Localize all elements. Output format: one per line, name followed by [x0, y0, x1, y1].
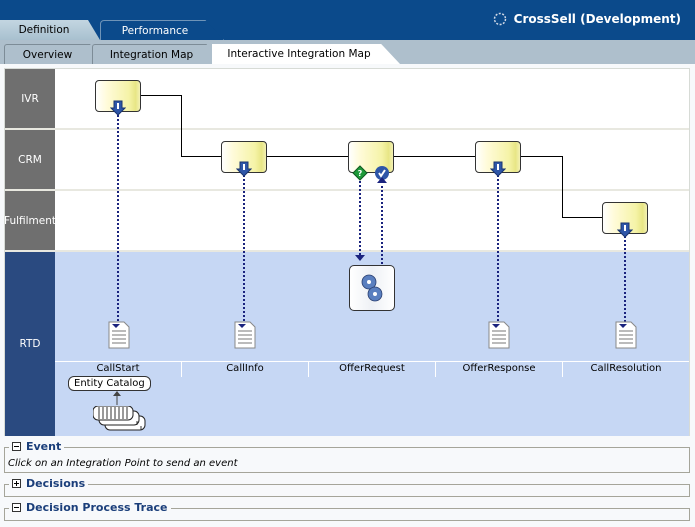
lane-label-rtd: RTD [5, 252, 55, 436]
info-arrow-icon [617, 222, 633, 238]
app-title: CrossSell (Development) [492, 11, 681, 27]
event-flow-line [381, 181, 383, 264]
database-stack-icon [93, 406, 146, 431]
panel-event-title: Event [26, 440, 62, 453]
connector-line [521, 156, 563, 157]
collapse-icon[interactable] [12, 503, 21, 512]
tab-performance-label: Performance [121, 24, 189, 37]
event-flow-line [624, 233, 626, 325]
connector-line [181, 156, 221, 157]
app-title-text: CrossSell (Development) [513, 12, 681, 26]
arrow-down-icon [355, 255, 365, 261]
info-arrow-icon [236, 161, 252, 177]
event-flow-line [497, 172, 499, 325]
panel-decisions-header[interactable]: Decisions [9, 477, 89, 490]
label-callstart: CallStart [55, 362, 182, 377]
document-icon [108, 321, 130, 349]
svg-text:?: ? [358, 169, 363, 178]
entity-catalog[interactable]: Entity Catalog [68, 376, 151, 391]
info-arrow-icon [490, 161, 506, 177]
arrow-up-icon [113, 391, 121, 405]
connector-line [267, 156, 348, 157]
panel-event: Event Click on an Integration Point to s… [4, 440, 690, 473]
integration-map: IVR CRM Fulfilment RTD ? CallStart CallI… [4, 68, 690, 436]
connector-line [562, 156, 563, 217]
gears-icon [361, 274, 383, 302]
tab-overview[interactable]: Overview [4, 44, 104, 64]
lane-crm: CRM [5, 130, 689, 191]
connector-line [140, 95, 182, 96]
panel-event-header[interactable]: Event [9, 440, 65, 453]
collapse-icon[interactable] [12, 442, 21, 451]
tab-integration-map-label: Integration Map [109, 48, 194, 61]
lane-label-fulfilment: Fulfilment [4, 191, 56, 250]
tab-interactive-integration-map-label: Interactive Integration Map [227, 48, 371, 60]
label-offerrequest: OfferRequest [309, 362, 436, 377]
tab-definition-label: Definition [18, 24, 70, 36]
label-callinfo: CallInfo [182, 362, 309, 377]
panel-trace-header[interactable]: Decision Process Trace [9, 501, 171, 514]
event-flow-line [243, 172, 245, 325]
lane-label-ivr: IVR [5, 69, 55, 128]
panel-event-body: Click on an Integration Point to send an… [8, 458, 238, 469]
question-diamond-icon: ? [352, 165, 368, 181]
label-callresolution: CallResolution [590, 363, 662, 374]
label-offerresponse: OfferResponse [436, 362, 563, 377]
tab-definition[interactable]: Definition [0, 20, 100, 40]
connector-line [394, 156, 475, 157]
panel-decisions-title: Decisions [26, 477, 86, 490]
app-window: CrossSell (Development) Definition Perfo… [0, 0, 695, 527]
integration-point-labels: CallStart CallInfo OfferRequest OfferRes… [55, 361, 689, 377]
arrow-up-icon [377, 177, 387, 183]
lane-fulfilment: Fulfilment [4, 191, 689, 252]
event-flow-line [117, 111, 119, 325]
connector-line [562, 217, 602, 218]
event-flow-line [359, 177, 361, 259]
panel-decision-process-trace: Decision Process Trace [4, 501, 690, 521]
lane-label-crm: CRM [5, 130, 55, 189]
document-icon [234, 321, 256, 349]
panel-trace-title: Decision Process Trace [26, 501, 168, 514]
connector-line [181, 95, 182, 156]
panel-decisions: Decisions [4, 477, 690, 497]
tab-overview-label: Overview [22, 48, 73, 61]
spinner-icon [493, 12, 506, 26]
decision-engine[interactable] [349, 265, 395, 311]
tab-integration-map[interactable]: Integration Map [92, 44, 222, 64]
document-icon [488, 321, 510, 349]
info-arrow-icon [110, 100, 126, 116]
tab-performance[interactable]: Performance [100, 20, 224, 40]
document-icon [615, 321, 637, 349]
expand-icon[interactable] [12, 479, 21, 488]
tab-interactive-integration-map[interactable]: Interactive Integration Map [212, 44, 400, 64]
